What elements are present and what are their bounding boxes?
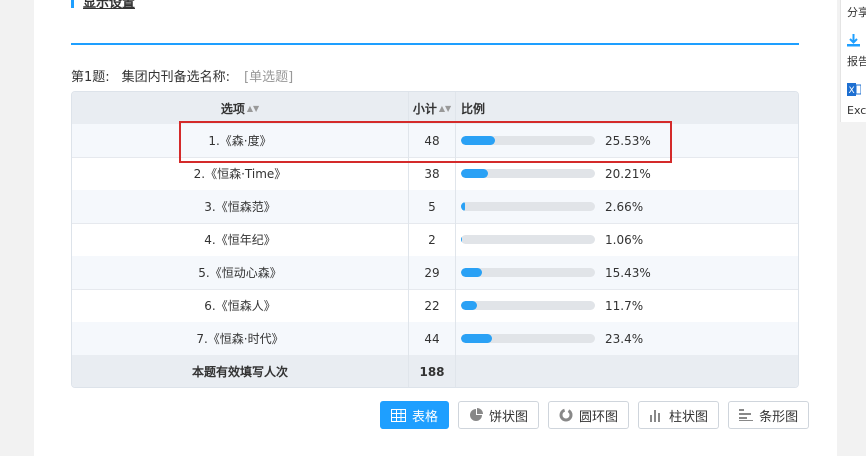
pie-chart-label: 饼状图 <box>489 409 529 425</box>
table-icon <box>391 408 406 422</box>
question-type: [单选题] <box>244 70 294 85</box>
main-panel: 显示设置 第1题: 集团内刊备选名称: [单选题] 选项 ▲▼ 小计 ▲▼ 比例 1.《… <box>34 0 837 456</box>
option-cell: 4.《恒年纪》 <box>72 223 409 256</box>
download-icon[interactable] <box>847 34 860 50</box>
count-cell: 22 <box>409 289 456 322</box>
table-view-button[interactable]: 表格 <box>380 401 450 429</box>
progress-fill <box>461 268 482 277</box>
percent-label: 11.7% <box>605 298 644 313</box>
right-toolbar: 分享 报告 X Excel <box>840 0 866 122</box>
option-cell: 6.《恒森人》 <box>72 289 409 322</box>
progress-fill <box>461 235 463 244</box>
table-row: 5.《恒动心森》 29 15.43% <box>72 256 798 290</box>
pie-chart-button[interactable]: 饼状图 <box>458 401 540 429</box>
horizontal-bar-label: 条形图 <box>759 409 799 425</box>
footer-empty <box>456 355 798 387</box>
table-row: 6.《恒森人》 22 11.7% <box>72 289 798 323</box>
table-row: 7.《恒森·时代》 44 23.4% <box>72 322 798 356</box>
view-switcher: 表格 饼状图 圆环图 柱状图 条形图 <box>380 401 810 429</box>
excel-icon[interactable]: X <box>847 83 862 99</box>
question-number: 第1题: <box>71 70 110 85</box>
header-ratio-label: 比例 <box>461 101 486 116</box>
progress-track <box>461 202 595 211</box>
ratio-cell: 15.43% <box>456 256 798 289</box>
percent-label: 20.21% <box>605 166 651 181</box>
progress-fill <box>461 334 493 343</box>
share-button[interactable]: 分享 <box>847 4 866 20</box>
percent-label: 2.66% <box>605 199 644 214</box>
ratio-cell: 23.4% <box>456 322 798 355</box>
bar-chart-label: 柱状图 <box>669 409 709 425</box>
progress-fill <box>461 169 489 178</box>
header-option-label: 选项 <box>220 101 245 116</box>
excel-button[interactable]: Excel <box>847 104 866 117</box>
donut-chart-icon <box>559 408 573 422</box>
percent-label: 1.06% <box>605 232 644 247</box>
progress-track <box>461 301 595 310</box>
footer-total: 188 <box>409 355 456 387</box>
horizontal-bar-button[interactable]: 条形图 <box>728 401 810 429</box>
percent-label: 15.43% <box>605 265 651 280</box>
sort-icon[interactable]: ▲▼ <box>439 104 451 113</box>
header-ratio: 比例 <box>456 92 798 124</box>
percent-label: 23.4% <box>605 331 644 346</box>
option-cell: 7.《恒森·时代》 <box>72 322 409 355</box>
section-divider <box>71 43 799 45</box>
progress-track <box>461 169 595 178</box>
section-title[interactable]: 显示设置 <box>83 0 135 11</box>
table-footer-row: 本题有效填写人次 188 <box>72 355 798 387</box>
bar-chart-icon <box>649 408 663 422</box>
progress-fill <box>461 301 477 310</box>
header-option[interactable]: 选项 ▲▼ <box>72 92 409 124</box>
donut-chart-label: 圆环图 <box>579 409 619 425</box>
header-count-label: 小计 <box>412 101 437 116</box>
progress-fill <box>461 202 465 211</box>
progress-track <box>461 268 595 277</box>
count-cell: 2 <box>409 223 456 256</box>
count-cell: 5 <box>409 190 456 223</box>
donut-chart-button[interactable]: 圆环图 <box>548 401 630 429</box>
option-cell: 3.《恒森范》 <box>72 190 409 223</box>
section-accent-bar <box>71 0 74 8</box>
svg-text:X: X <box>849 86 855 96</box>
bar-chart-button[interactable]: 柱状图 <box>638 401 720 429</box>
horizontal-bar-icon <box>739 408 754 422</box>
highlight-box <box>179 121 672 163</box>
option-cell: 5.《恒动心森》 <box>72 256 409 289</box>
footer-label: 本题有效填写人次 <box>72 355 409 387</box>
table-row: 4.《恒年纪》 2 1.06% <box>72 223 798 257</box>
table-row: 3.《恒森范》 5 2.66% <box>72 190 798 224</box>
section-header: 显示设置 <box>71 0 135 11</box>
report-button[interactable]: 报告 <box>847 53 866 69</box>
table-view-label: 表格 <box>412 409 439 425</box>
ratio-cell: 2.66% <box>456 190 798 223</box>
question-text: 集团内刊备选名称: <box>121 70 231 85</box>
progress-track <box>461 334 595 343</box>
pie-chart-icon <box>469 408 484 422</box>
count-cell: 44 <box>409 322 456 355</box>
header-count[interactable]: 小计 ▲▼ <box>409 92 456 124</box>
count-cell: 29 <box>409 256 456 289</box>
ratio-cell: 11.7% <box>456 289 798 322</box>
ratio-cell: 1.06% <box>456 223 798 256</box>
sort-icon[interactable]: ▲▼ <box>247 104 259 113</box>
question-title: 第1题: 集团内刊备选名称: [单选题] <box>71 66 293 85</box>
progress-track <box>461 235 595 244</box>
